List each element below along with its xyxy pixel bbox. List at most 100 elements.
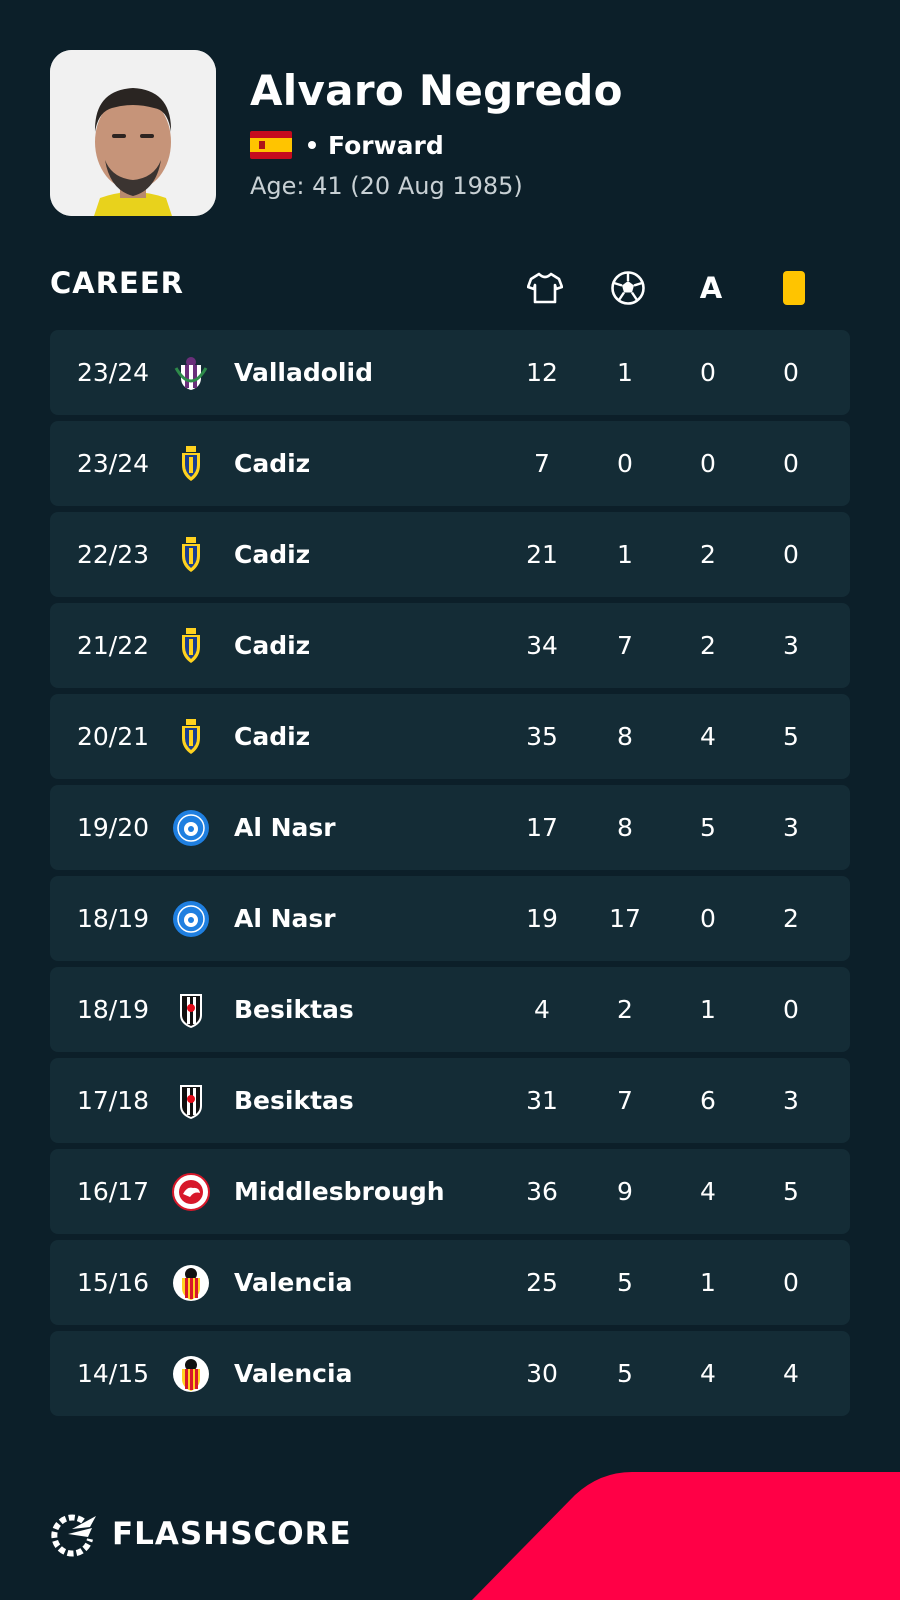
yellow-cards-value: 0 [783, 1268, 799, 1297]
yellow-cards-value: 3 [783, 813, 799, 842]
season-label: 22/23 [77, 540, 150, 569]
appearances-value: 35 [526, 722, 558, 751]
goals-value: 17 [609, 904, 641, 933]
assists-value: 4 [700, 1359, 716, 1388]
brand-name: FLASHSCORE [112, 1516, 352, 1552]
valencia-crest-icon [172, 1264, 210, 1302]
assists-value: 1 [700, 995, 716, 1024]
besiktas-crest-icon [172, 991, 210, 1029]
career-row: 21/22 Cadiz 34 7 2 3 [50, 603, 850, 688]
flashscore-logo-icon [51, 1514, 96, 1557]
soccer-ball-icon [608, 268, 648, 308]
assist-column-label: A [699, 271, 723, 305]
career-row: 17/18 Besiktas 31 7 6 3 [50, 1058, 850, 1143]
career-row: 23/24 Valladolid 12 1 0 0 [50, 330, 850, 415]
assists-value: 1 [700, 1268, 716, 1297]
club-name: Cadiz [234, 722, 311, 751]
goals-value: 5 [617, 1359, 633, 1388]
spain-flag-icon [250, 131, 292, 159]
player-avatar-icon [50, 50, 216, 216]
cadiz-crest-icon [172, 445, 210, 483]
yellow-cards-value: 0 [783, 358, 799, 387]
appearances-value: 34 [526, 631, 558, 660]
club-name: Besiktas [234, 995, 354, 1024]
goals-value: 5 [617, 1268, 633, 1297]
club-name: Cadiz [234, 449, 311, 478]
player-age: Age: 41 (20 Aug 1985) [250, 172, 523, 200]
yellow-cards-value: 3 [783, 631, 799, 660]
player-position: Forward [328, 130, 444, 160]
career-title: CAREER [50, 266, 185, 300]
appearances-value: 31 [526, 1086, 558, 1115]
appearances-value: 4 [534, 995, 550, 1024]
player-meta: Forward [250, 128, 444, 162]
assists-value: 0 [700, 358, 716, 387]
season-label: 17/18 [77, 1086, 150, 1115]
career-row: 18/19 Besiktas 4 2 1 0 [50, 967, 850, 1052]
season-label: 18/19 [77, 904, 150, 933]
goals-value: 8 [617, 813, 633, 842]
season-label: 23/24 [77, 358, 150, 387]
yellow-card-icon [774, 268, 814, 308]
goals-value: 1 [617, 540, 633, 569]
assists-value: 0 [700, 904, 716, 933]
club-name: Al Nasr [234, 813, 336, 842]
season-label: 15/16 [77, 1268, 150, 1297]
besiktas-crest-icon [172, 1082, 210, 1120]
club-name: Al Nasr [234, 904, 336, 933]
goals-value: 9 [617, 1177, 633, 1206]
career-row: 19/20 Al Nasr 17 8 5 3 [50, 785, 850, 870]
season-label: 21/22 [77, 631, 150, 660]
appearances-value: 30 [526, 1359, 558, 1388]
season-label: 23/24 [77, 449, 150, 478]
career-row: 20/21 Cadiz 35 8 4 5 [50, 694, 850, 779]
career-row: 16/17 Middlesbrough 36 9 4 5 [50, 1149, 850, 1234]
al-nasr-crest-icon [172, 809, 210, 847]
appearances-value: 21 [526, 540, 558, 569]
yellow-cards-value: 0 [783, 540, 799, 569]
career-row: 22/23 Cadiz 21 1 2 0 [50, 512, 850, 597]
cadiz-crest-icon [172, 718, 210, 756]
goals-value: 2 [617, 995, 633, 1024]
club-name: Besiktas [234, 1086, 354, 1115]
season-label: 16/17 [77, 1177, 150, 1206]
goals-value: 7 [617, 631, 633, 660]
appearances-value: 12 [526, 358, 558, 387]
club-name: Cadiz [234, 540, 311, 569]
season-label: 18/19 [77, 995, 150, 1024]
yellow-cards-value: 4 [783, 1359, 799, 1388]
club-name: Cadiz [234, 631, 311, 660]
appearances-value: 36 [526, 1177, 558, 1206]
yellow-cards-value: 5 [783, 1177, 799, 1206]
club-name: Valencia [234, 1268, 353, 1297]
cadiz-crest-icon [172, 536, 210, 574]
career-row: 15/16 Valencia 25 5 1 0 [50, 1240, 850, 1325]
cadiz-crest-icon [172, 627, 210, 665]
assists-value: 4 [700, 722, 716, 751]
club-name: Valencia [234, 1359, 353, 1388]
career-table: 23/24 Valladolid 12 1 0 0 23/24 Cadiz 7 0 0 0 22/23 C… [50, 330, 850, 1422]
assists-value: 5 [700, 813, 716, 842]
career-row: 18/19 Al Nasr 19 17 0 2 [50, 876, 850, 961]
yellow-cards-value: 0 [783, 995, 799, 1024]
player-name: Alvaro Negredo [250, 66, 623, 115]
appearances-value: 19 [526, 904, 558, 933]
valencia-crest-icon [172, 1355, 210, 1393]
middlesbrough-crest-icon [172, 1173, 210, 1211]
assists-value: 2 [700, 540, 716, 569]
season-label: 19/20 [77, 813, 150, 842]
assists-value: 4 [700, 1177, 716, 1206]
club-name: Middlesbrough [234, 1177, 445, 1206]
appearances-value: 25 [526, 1268, 558, 1297]
goals-value: 1 [617, 358, 633, 387]
club-name: Valladolid [234, 358, 373, 387]
season-label: 20/21 [77, 722, 150, 751]
player-photo [50, 50, 216, 216]
appearances-value: 17 [526, 813, 558, 842]
season-label: 14/15 [77, 1359, 150, 1388]
yellow-cards-value: 0 [783, 449, 799, 478]
appearances-value: 7 [534, 449, 550, 478]
assist-a-icon: A [691, 268, 731, 308]
yellow-cards-value: 3 [783, 1086, 799, 1115]
valladolid-crest-icon [172, 354, 210, 392]
